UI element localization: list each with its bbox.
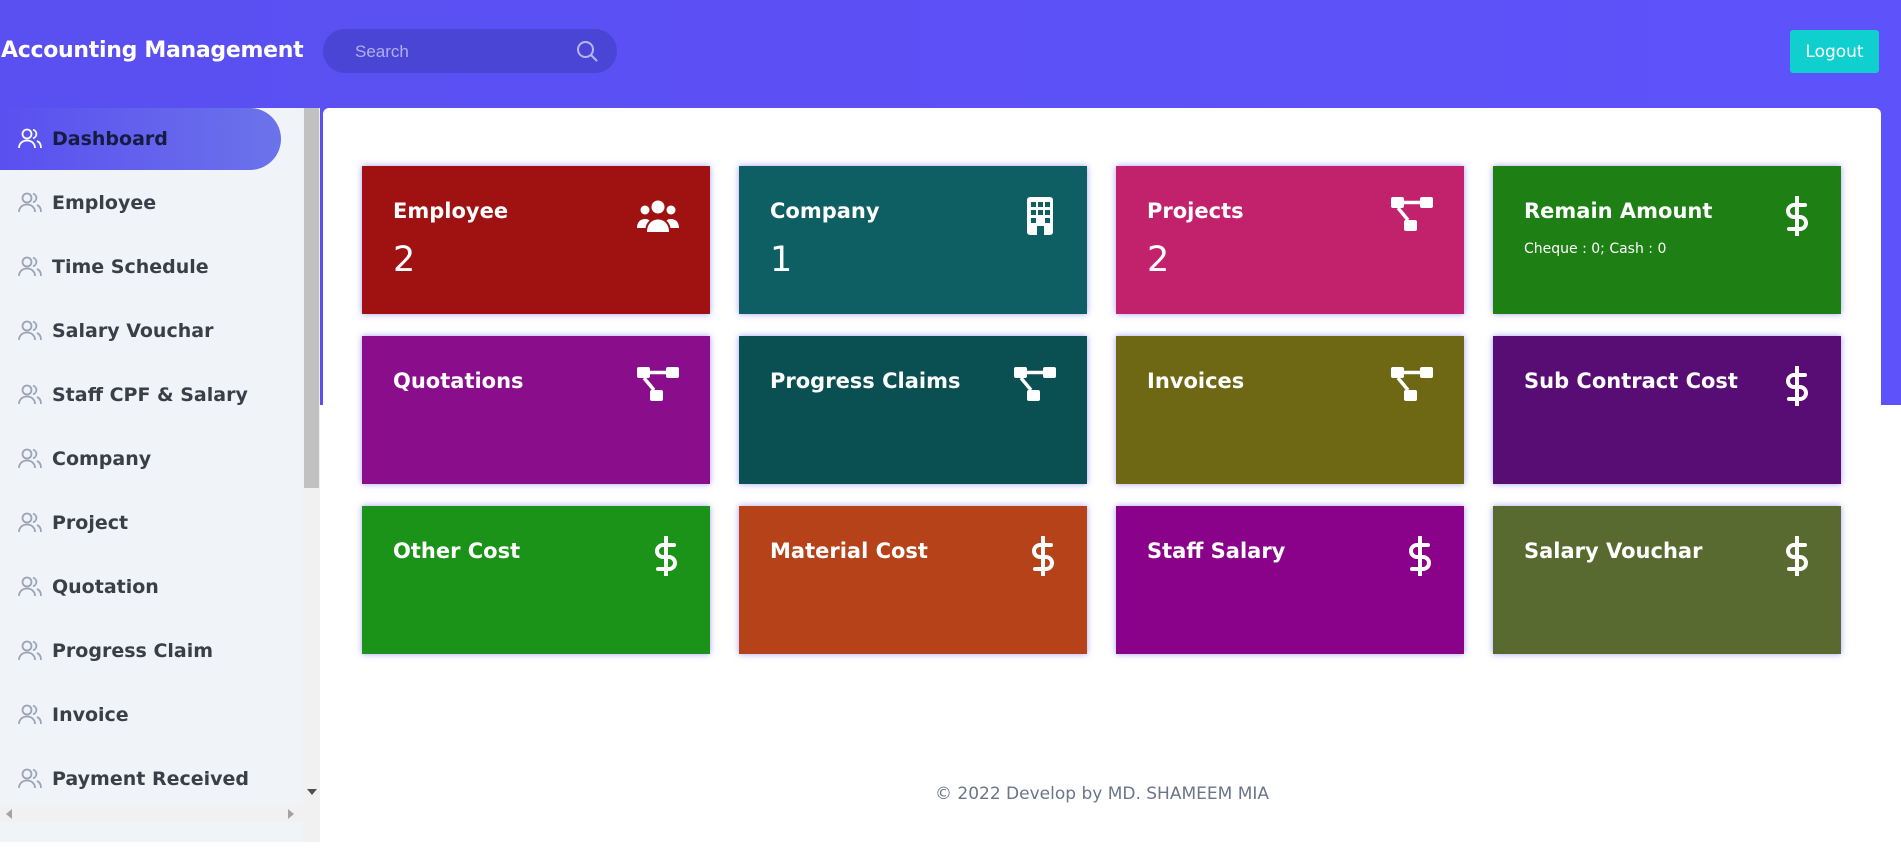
sitemap-icon bbox=[1014, 367, 1056, 401]
footer-credit: © 2022 Develop by MD. SHAMEEM MIA bbox=[934, 784, 1269, 804]
sidebar-item-invoice[interactable]: Invoice bbox=[0, 684, 281, 746]
card-material-cost[interactable]: Material Cost bbox=[739, 506, 1087, 654]
sidebar-item-label: Quotation bbox=[52, 576, 159, 598]
sidebar-item-label: Invoice bbox=[52, 704, 129, 726]
sidebar: Dashboard Employee Time Schedule Salary … bbox=[0, 108, 303, 842]
card-title: Progress Claims bbox=[770, 369, 961, 393]
card-subtitle: Cheque : 0; Cash : 0 bbox=[1524, 241, 1667, 257]
card-staff-salary[interactable]: Staff Salary bbox=[1116, 506, 1464, 654]
users-outline-icon bbox=[18, 384, 42, 405]
card-title: Remain Amount bbox=[1524, 199, 1713, 223]
dollar-icon bbox=[1786, 196, 1808, 236]
dollar-icon bbox=[1786, 536, 1808, 576]
sidebar-item-quotation[interactable]: Quotation bbox=[0, 556, 281, 618]
scrollbar-thumb[interactable] bbox=[304, 108, 319, 488]
search-input[interactable] bbox=[353, 29, 567, 75]
scroll-right-arrow-icon[interactable] bbox=[288, 809, 294, 819]
card-title: Projects bbox=[1147, 199, 1244, 223]
card-sub-contract-cost[interactable]: Sub Contract Cost bbox=[1493, 336, 1841, 484]
card-title: Material Cost bbox=[770, 539, 928, 563]
sidebar-item-staff-cpf-salary[interactable]: Staff CPF & Salary bbox=[0, 364, 281, 426]
sidebar-item-label: Dashboard bbox=[52, 128, 168, 150]
card-title: Quotations bbox=[393, 369, 524, 393]
card-title: Company bbox=[770, 199, 880, 223]
users-outline-icon bbox=[18, 320, 42, 341]
users-icon bbox=[637, 200, 679, 232]
dollar-icon bbox=[1032, 536, 1054, 576]
users-outline-icon bbox=[18, 640, 42, 661]
card-title: Other Cost bbox=[393, 539, 521, 563]
app-title: Accounting Management bbox=[1, 38, 304, 63]
sidebar-item-label: Time Schedule bbox=[52, 256, 209, 278]
card-title: Staff Salary bbox=[1147, 539, 1286, 563]
card-title: Sub Contract Cost bbox=[1524, 369, 1738, 393]
users-outline-icon bbox=[18, 768, 42, 789]
sidebar-item-label: Employee bbox=[52, 192, 157, 214]
sidebar-item-label: Salary Vouchar bbox=[52, 320, 214, 342]
users-outline-icon bbox=[18, 448, 42, 469]
card-title: Salary Vouchar bbox=[1524, 539, 1703, 563]
users-outline-icon bbox=[18, 256, 42, 277]
card-invoices[interactable]: Invoices bbox=[1116, 336, 1464, 484]
sidebar-vertical-scrollbar[interactable] bbox=[303, 108, 320, 842]
users-outline-icon bbox=[18, 576, 42, 597]
dollar-icon bbox=[655, 536, 677, 576]
sitemap-icon bbox=[1391, 197, 1433, 231]
card-company[interactable]: Company 1 bbox=[739, 166, 1087, 314]
users-outline-icon bbox=[18, 512, 42, 533]
sidebar-item-label: Project bbox=[52, 512, 129, 534]
sidebar-item-dashboard[interactable]: Dashboard bbox=[0, 108, 281, 170]
sidebar-item-time-schedule[interactable]: Time Schedule bbox=[0, 236, 281, 298]
sidebar-item-progress-claim[interactable]: Progress Claim bbox=[0, 620, 281, 682]
users-outline-icon bbox=[18, 128, 42, 149]
sitemap-icon bbox=[1391, 367, 1433, 401]
dollar-icon bbox=[1409, 536, 1431, 576]
card-other-cost[interactable]: Other Cost bbox=[362, 506, 710, 654]
sidebar-item-label: Payment Received bbox=[52, 768, 249, 790]
dollar-icon bbox=[1786, 366, 1808, 406]
search-icon[interactable] bbox=[575, 39, 599, 63]
card-salary-vouchar[interactable]: Salary Vouchar bbox=[1493, 506, 1841, 654]
building-icon bbox=[1027, 197, 1053, 235]
card-quotations[interactable]: Quotations bbox=[362, 336, 710, 484]
sidebar-item-project[interactable]: Project bbox=[0, 492, 281, 554]
sidebar-item-salary-vouchar[interactable]: Salary Vouchar bbox=[0, 300, 281, 362]
users-outline-icon bbox=[18, 704, 42, 725]
sitemap-icon bbox=[637, 367, 679, 401]
users-outline-icon bbox=[18, 192, 42, 213]
sidebar-item-employee[interactable]: Employee bbox=[0, 172, 281, 234]
logout-button[interactable]: Logout bbox=[1790, 30, 1879, 73]
card-value: 1 bbox=[770, 240, 793, 280]
card-progress-claims[interactable]: Progress Claims bbox=[739, 336, 1087, 484]
card-projects[interactable]: Projects 2 bbox=[1116, 166, 1464, 314]
card-employee[interactable]: Employee 2 bbox=[362, 166, 710, 314]
card-value: 2 bbox=[393, 240, 416, 280]
sidebar-horizontal-scrollbar[interactable] bbox=[0, 805, 303, 822]
sidebar-item-label: Staff CPF & Salary bbox=[52, 384, 248, 406]
dashboard-content: Employee 2 Company 1 Projects 2 Remain A… bbox=[323, 108, 1881, 868]
sidebar-item-payment-received[interactable]: Payment Received bbox=[0, 748, 281, 810]
search-box[interactable] bbox=[323, 29, 617, 75]
card-title: Invoices bbox=[1147, 369, 1245, 393]
card-title: Employee bbox=[393, 199, 509, 223]
scroll-down-arrow-icon[interactable] bbox=[307, 789, 317, 795]
card-value: 2 bbox=[1147, 240, 1170, 280]
card-remain-amount[interactable]: Remain Amount Cheque : 0; Cash : 0 bbox=[1493, 166, 1841, 314]
sidebar-item-label: Progress Claim bbox=[52, 640, 214, 662]
scroll-left-arrow-icon[interactable] bbox=[6, 809, 12, 819]
sidebar-item-company[interactable]: Company bbox=[0, 428, 281, 490]
sidebar-item-label: Company bbox=[52, 448, 152, 470]
